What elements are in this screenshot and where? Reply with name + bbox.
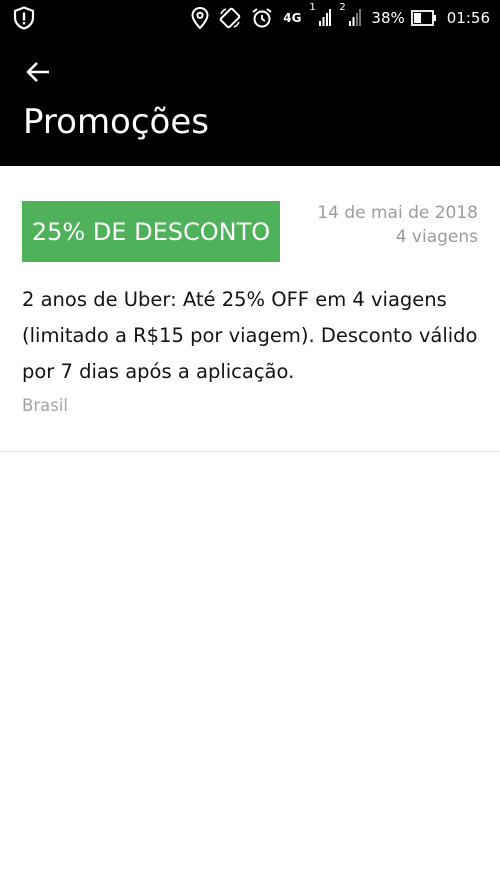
sim1-label: 1 (309, 2, 316, 13)
status-bar: 4G 1 2 38% 01:56 (0, 0, 500, 36)
app-header: 4G 1 2 38% 01:56 Promoções (0, 0, 500, 166)
arrow-back-icon (25, 60, 51, 84)
battery-icon (410, 10, 437, 26)
page-title: Promoções (23, 102, 209, 142)
battery-indicator: 38% (371, 10, 436, 26)
alarm-icon (251, 7, 273, 29)
discount-badge: 25% DE DESCONTO (22, 201, 280, 262)
rotate-icon (219, 7, 241, 29)
location-icon (191, 7, 209, 29)
signal-icon: 2 (339, 3, 362, 27)
signal-icon: 1 (309, 3, 332, 27)
back-button[interactable] (20, 56, 56, 88)
battery-level: 38% (371, 8, 405, 27)
shield-alert-icon (12, 6, 36, 30)
promotion-trips: 4 viagens (395, 227, 478, 247)
promotion-region: Brasil (22, 396, 68, 415)
status-icons: 4G 1 2 38% 01:56 (191, 3, 490, 31)
promotion-date: 14 de mai de 2018 (317, 203, 478, 223)
promotion-meta: 14 de mai de 2018 4 viagens (317, 201, 478, 249)
promotion-card: 25% DE DESCONTO 14 de mai de 2018 4 viag… (0, 166, 500, 452)
sim2-label: 2 (339, 2, 346, 13)
network-type: 4G (283, 11, 302, 25)
promotion-description: 2 anos de Uber: Até 25% OFF em 4 viagens… (22, 288, 478, 383)
clock: 01:56 (446, 8, 490, 27)
